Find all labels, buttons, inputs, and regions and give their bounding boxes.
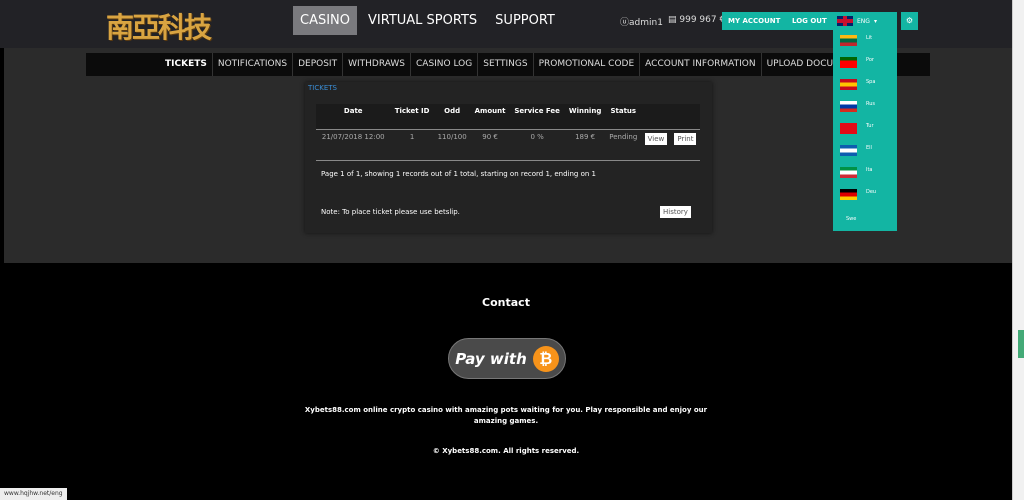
cell-date: 21/07/2018 12:00 xyxy=(316,129,391,161)
column-header: Service Fee xyxy=(509,104,565,130)
scrollbar-thumb[interactable] xyxy=(1018,330,1024,358)
flag-icon xyxy=(840,57,857,68)
nav-casino[interactable]: CASINO xyxy=(293,6,358,35)
subnav-item[interactable]: NOTIFICATIONS xyxy=(213,53,294,76)
bitcoin-icon: ₿ xyxy=(532,345,559,372)
language-option[interactable]: Rus xyxy=(840,101,875,112)
footer-description: Xybets88.com online crypto casino with a… xyxy=(304,406,708,425)
language-dropdown: Lit Por Spa Rus Tur Ell Ita Deu Swe xyxy=(833,30,897,231)
nav-support[interactable]: SUPPORT xyxy=(488,6,562,35)
subnav-item[interactable]: SETTINGS xyxy=(478,53,534,76)
column-header: Odd xyxy=(433,104,471,130)
gear-icon[interactable]: ⚙ xyxy=(901,12,918,30)
tickets-table: Date Ticket ID Odd Amount Service Fee Winning… xyxy=(316,104,700,161)
cell-fee: 0 % xyxy=(509,129,565,161)
subnav-item[interactable]: TICKETS xyxy=(160,53,213,76)
pagination-info: Page 1 of 1, showing 1 records out of 1 … xyxy=(321,170,596,178)
cell-id: 1 xyxy=(390,129,434,161)
language-option[interactable]: Ell xyxy=(840,145,872,156)
column-header: Ticket ID xyxy=(390,104,434,130)
pay-with-bitcoin-badge: Pay with ₿ xyxy=(448,338,566,379)
flag-icon xyxy=(840,189,857,200)
flag-icon xyxy=(840,167,857,178)
flag-icon xyxy=(840,79,857,90)
flag-icon xyxy=(840,101,857,112)
print-button[interactable]: Print xyxy=(674,132,697,145)
column-header: Date xyxy=(316,104,391,130)
subnav-item[interactable]: DEPOSIT xyxy=(293,53,344,76)
language-option[interactable]: Ita xyxy=(840,167,873,178)
language-option[interactable]: Deu xyxy=(840,189,876,200)
language-option[interactable]: Lit xyxy=(840,35,872,46)
my-account-button[interactable]: MY ACCOUNT xyxy=(722,12,787,30)
wallet-icon: ▤ xyxy=(668,15,680,25)
cell-amount: 90 € xyxy=(470,129,510,161)
flag-icon xyxy=(840,123,857,134)
view-button[interactable]: View xyxy=(644,132,668,145)
language-option[interactable]: Swe xyxy=(846,216,856,222)
note: Note: To place ticket please use betslip… xyxy=(321,208,460,216)
table-row: 21/07/2018 12:00 1 110/100 90 € 0 % 189 … xyxy=(316,129,700,161)
main-nav: CASINO VIRTUAL SPORTS SUPPORT xyxy=(293,6,562,35)
account-subnav: TICKETS NOTIFICATIONS DEPOSIT WITHDRAWS CASI… xyxy=(86,53,930,76)
subnav-item[interactable]: CASINO LOG xyxy=(411,53,479,76)
scrollbar[interactable] xyxy=(1012,0,1024,500)
cell-winning: 189 € xyxy=(564,129,606,161)
cell-odd: 110/100 xyxy=(433,129,471,161)
subnav-item[interactable]: WITHDRAWS xyxy=(343,53,411,76)
column-header: Amount xyxy=(470,104,510,130)
language-option[interactable]: Tur xyxy=(840,123,874,134)
flag-icon xyxy=(840,145,857,156)
balance: ▤ 999 967 € xyxy=(668,15,726,25)
uk-flag-icon xyxy=(837,16,853,26)
caret-down-icon: ▾ xyxy=(873,17,877,25)
subnav-item[interactable]: ACCOUNT INFORMATION xyxy=(640,53,762,76)
tickets-card: TICKETS Date Ticket ID Odd Amount Service Fe… xyxy=(305,82,712,233)
history-button[interactable]: History xyxy=(660,206,691,218)
language-option[interactable]: Por xyxy=(840,57,874,68)
logout-button[interactable]: LOG OUT xyxy=(786,12,833,30)
subnav-item[interactable]: PROMOTIONAL CODE xyxy=(534,53,641,76)
nav-virtual-sports[interactable]: VIRTUAL SPORTS xyxy=(361,6,484,35)
flag-icon xyxy=(840,35,857,46)
user-icon: ⓤ xyxy=(620,18,630,28)
status-bar-url: www.hqjhw.net/eng xyxy=(0,488,67,500)
contact-heading[interactable]: Contact xyxy=(0,296,1012,309)
copyright: © Xybets88.com. All rights reserved. xyxy=(432,447,580,455)
user-name[interactable]: ⓤadmin1 xyxy=(620,15,663,28)
logo[interactable]: 南亞科技 xyxy=(106,6,212,46)
cell-status: Pending xyxy=(605,129,642,161)
card-title: TICKETS xyxy=(308,84,337,92)
language-option[interactable]: Spa xyxy=(840,79,875,90)
column-header: Status xyxy=(605,104,642,130)
language-select[interactable]: ENG ▾ xyxy=(833,12,897,30)
column-header: Winning xyxy=(564,104,606,130)
